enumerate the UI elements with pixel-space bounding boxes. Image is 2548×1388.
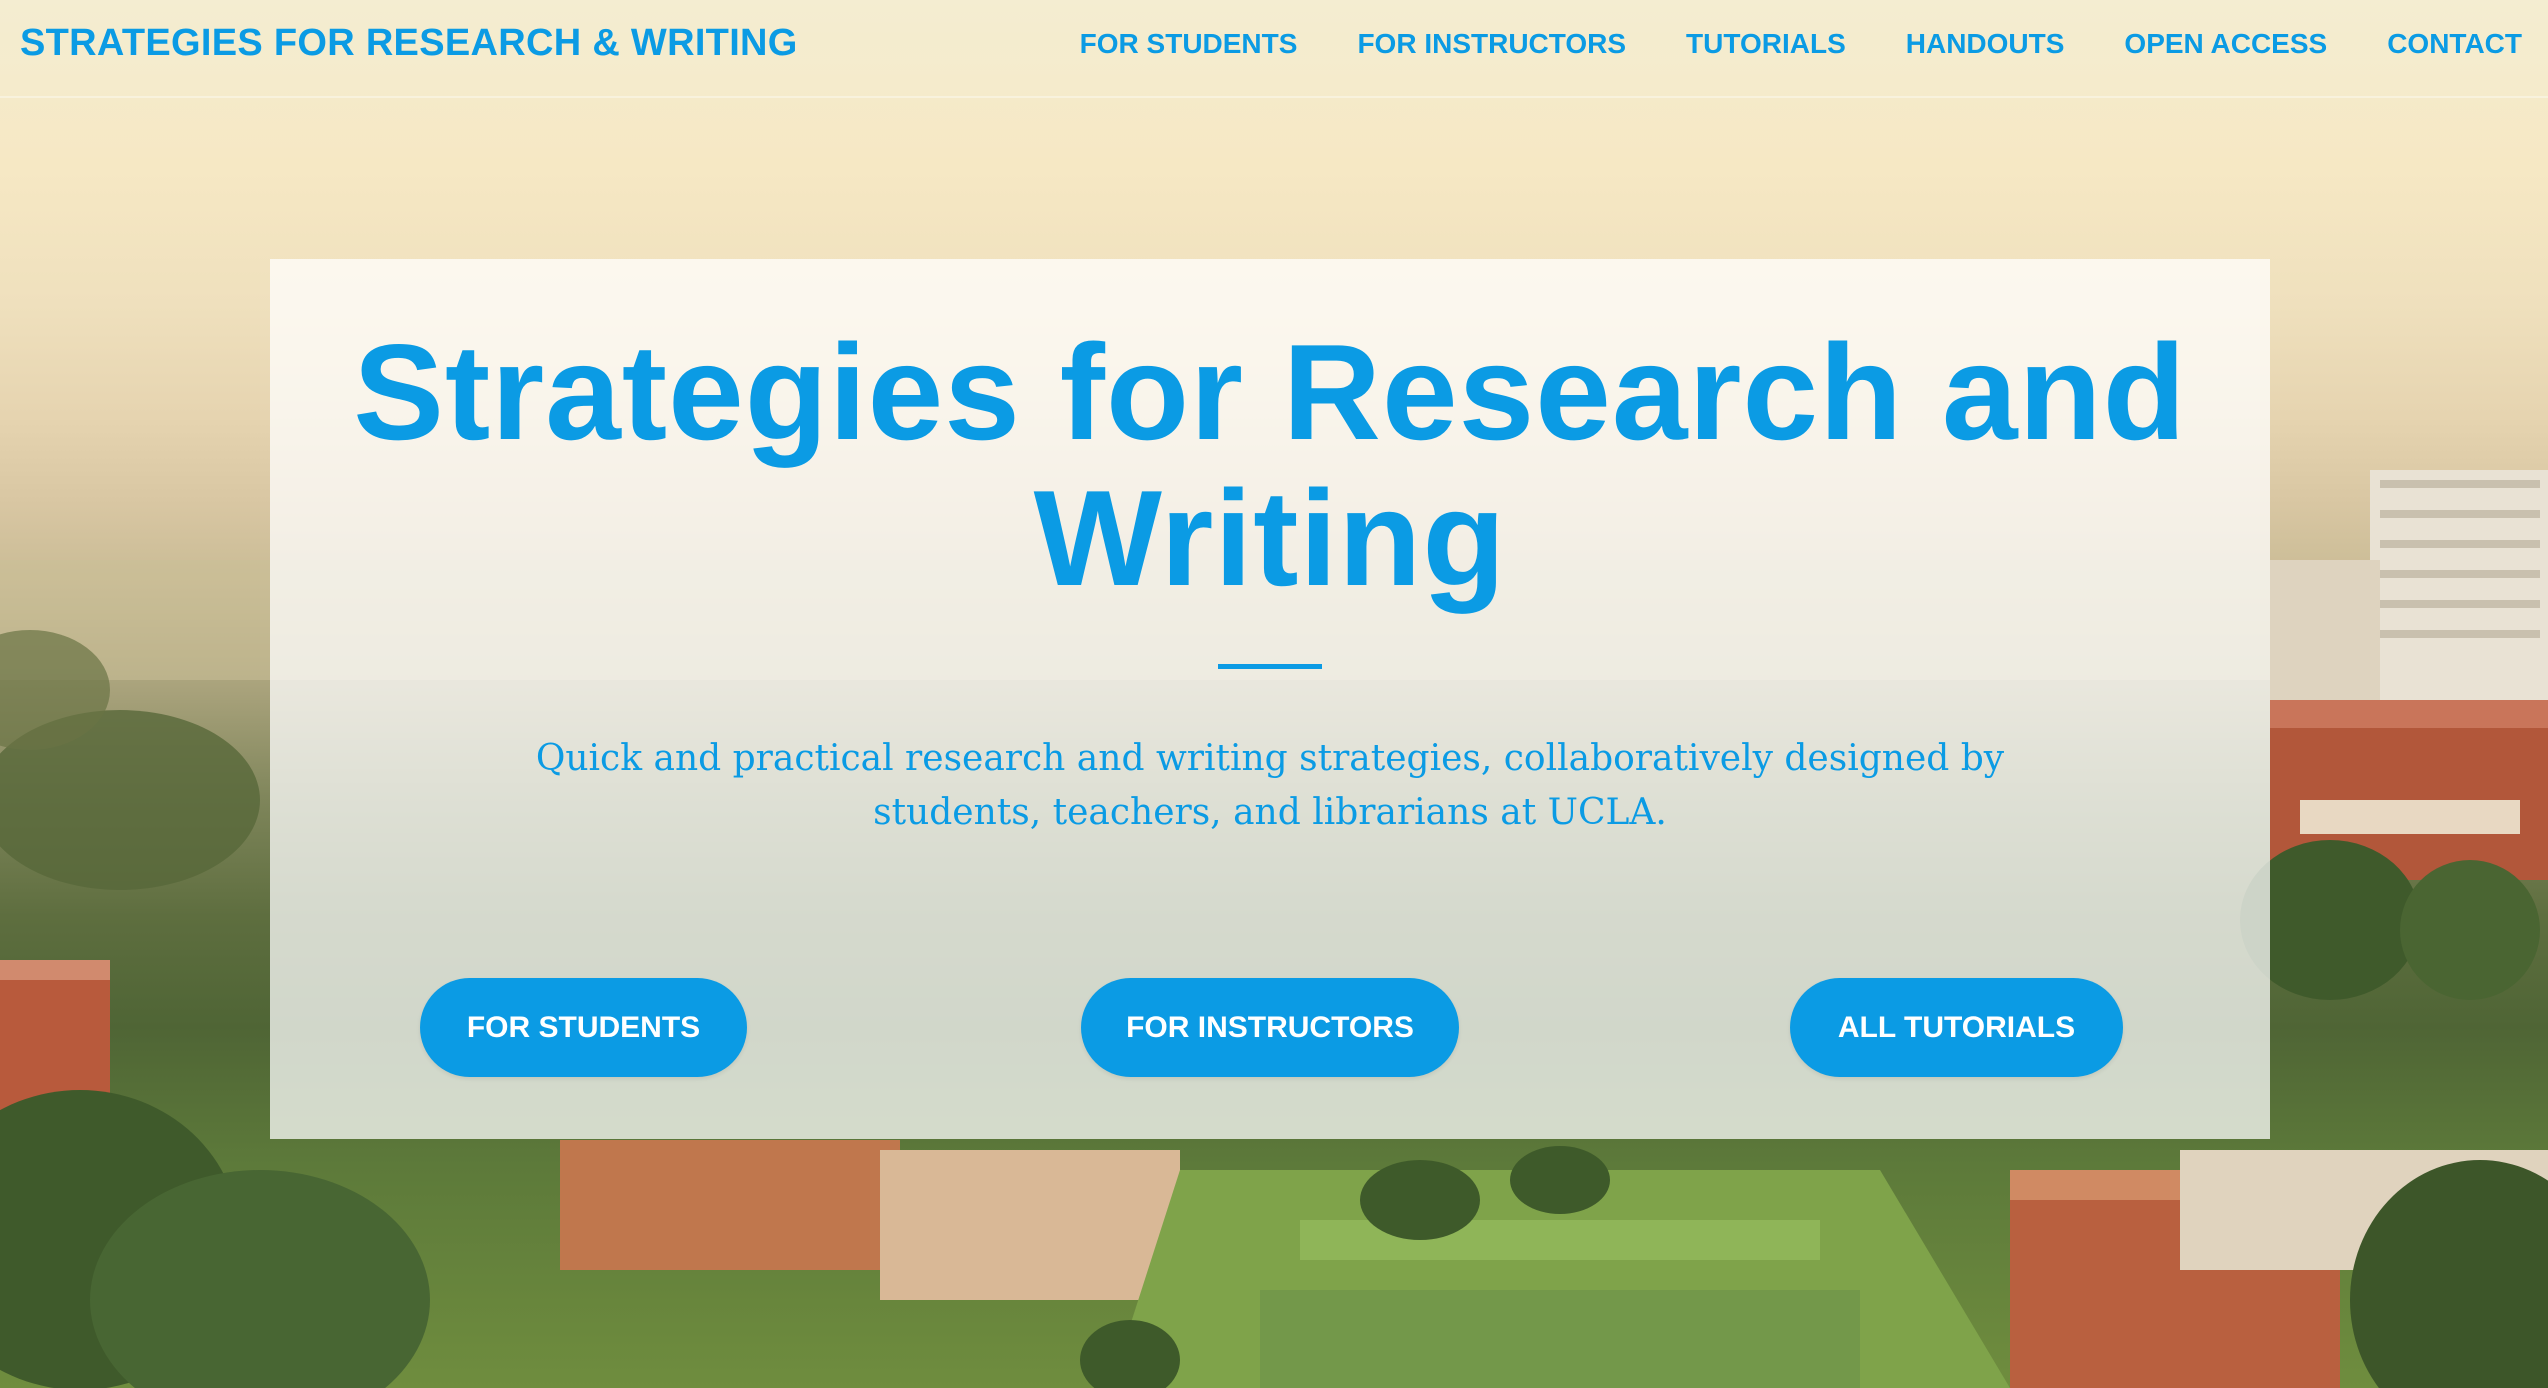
main-nav: FOR STUDENTS FOR INSTRUCTORS TUTORIALS H… — [1080, 28, 2522, 60]
nav-link-tutorials[interactable]: TUTORIALS — [1686, 28, 1846, 60]
hero-divider — [1218, 664, 1322, 669]
site-brand-link[interactable]: STRATEGIES FOR RESEARCH & WRITING — [20, 22, 798, 65]
nav-link-contact[interactable]: CONTACT — [2387, 28, 2522, 60]
nav-link-open-access[interactable]: OPEN ACCESS — [2124, 28, 2327, 60]
top-navigation-bar: STRATEGIES FOR RESEARCH & WRITING FOR ST… — [0, 0, 2548, 98]
nav-link-for-students[interactable]: FOR STUDENTS — [1080, 28, 1298, 60]
hero-subtitle: Quick and practical research and writing… — [535, 738, 2005, 833]
hero-card: Strategies for Research and Writing Quic… — [270, 259, 2270, 1139]
for-students-button[interactable]: FOR STUDENTS — [420, 978, 747, 1077]
nav-link-handouts[interactable]: HANDOUTS — [1906, 28, 2065, 60]
for-instructors-button[interactable]: FOR INSTRUCTORS — [1081, 978, 1459, 1077]
all-tutorials-button[interactable]: ALL TUTORIALS — [1790, 978, 2123, 1077]
hero-title: Strategies for Research and Writing — [353, 316, 2187, 614]
nav-link-for-instructors[interactable]: FOR INSTRUCTORS — [1357, 28, 1626, 60]
